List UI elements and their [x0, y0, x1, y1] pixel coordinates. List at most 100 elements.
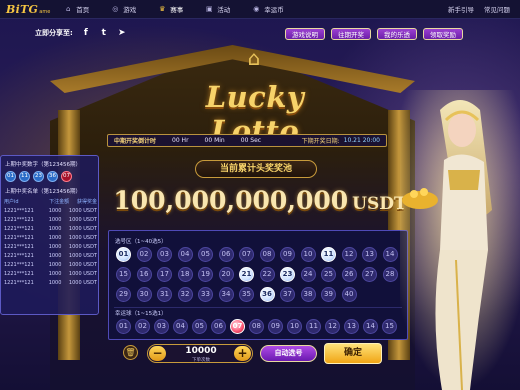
result-ball: 01	[5, 171, 16, 182]
quick-button-4[interactable]: 领取奖励	[423, 28, 463, 40]
number-ball-02[interactable]: 02	[136, 247, 152, 262]
number-ball-36[interactable]: 36	[259, 287, 275, 302]
number-ball-13[interactable]: 13	[362, 247, 377, 262]
clear-selection-button[interactable]: 🗑	[123, 345, 138, 360]
number-ball-33[interactable]: 33	[198, 287, 213, 302]
nav-item-gamepad[interactable]: ◎ 游戏	[111, 4, 136, 14]
number-ball-32[interactable]: 32	[177, 287, 193, 302]
decrease-button[interactable]: −	[149, 346, 166, 361]
lucky-ball-15[interactable]: 15	[382, 319, 397, 334]
number-ball-24[interactable]: 24	[300, 267, 316, 282]
lucky-ball-01[interactable]: 01	[116, 319, 131, 334]
number-ball-26[interactable]: 26	[341, 267, 357, 282]
facebook-icon[interactable]: f	[81, 28, 91, 38]
lucky-ball-12[interactable]: 12	[325, 319, 340, 334]
number-ball-16[interactable]: 16	[136, 267, 152, 282]
increase-button[interactable]: +	[234, 346, 251, 361]
lucky-ball-10[interactable]: 10	[287, 319, 302, 334]
number-ball-31[interactable]: 31	[157, 287, 172, 302]
game-title: Lucky Lotto	[205, 80, 305, 148]
faq-link[interactable]: 常见问题	[484, 4, 510, 14]
countdown-minutes: 00 Min	[204, 137, 225, 144]
lucky-ball-05[interactable]: 05	[192, 319, 207, 334]
quick-button-2[interactable]: 往期开奖	[331, 28, 371, 40]
number-ball-37[interactable]: 37	[280, 287, 295, 302]
number-ball-15[interactable]: 15	[116, 267, 131, 282]
twitter-icon[interactable]: t	[99, 28, 109, 38]
number-board: 选号区（1~40选5） 幸运球（1~15选1） 01 02 03 04 05 06 07 08…	[108, 230, 408, 340]
lucky-ball-11[interactable]: 11	[306, 319, 321, 334]
table-cell: 1000	[48, 226, 62, 232]
number-ball-35[interactable]: 35	[239, 287, 254, 302]
number-ball-29[interactable]: 29	[116, 287, 131, 302]
number-ball-03[interactable]: 03	[157, 247, 172, 262]
number-ball-07[interactable]: 07	[239, 247, 254, 262]
confirm-button[interactable]: 确定	[324, 343, 382, 364]
lucky-ball-06[interactable]: 06	[211, 319, 226, 334]
results-panel: 上期中奖数字（第123456期） 01 11 23 36 07 上期中奖名单（第1234…	[0, 155, 99, 315]
lucky-ball-13[interactable]: 13	[344, 319, 359, 334]
lucky-ball-03[interactable]: 03	[154, 319, 169, 334]
lucky-ball-07[interactable]: 07	[230, 319, 245, 334]
result-ball: 11	[19, 171, 30, 182]
lucky-ball-04[interactable]: 04	[173, 319, 188, 334]
latest-results-title: 上期中奖数字（第123456期）	[5, 162, 81, 168]
number-ball-20[interactable]: 20	[218, 267, 234, 282]
number-ball-39[interactable]: 39	[321, 287, 336, 302]
logo[interactable]: BiTG ame	[6, 3, 50, 16]
quick-button-3[interactable]: 我的乐透	[377, 28, 417, 40]
number-ball-18[interactable]: 18	[177, 267, 193, 282]
lucky-ball-14[interactable]: 14	[363, 319, 378, 334]
telegram-icon[interactable]: ➤	[117, 28, 127, 38]
table-row: 1221***121 1000 1000 USDT	[4, 234, 97, 243]
lucky-ball-02[interactable]: 02	[135, 319, 150, 334]
number-ball-38[interactable]: 38	[300, 287, 316, 302]
auto-pick-button[interactable]: 自动选号	[260, 345, 317, 362]
trophy-icon: ♛	[159, 5, 166, 13]
number-ball-23[interactable]: 23	[280, 267, 295, 282]
table-cell: 1000	[48, 208, 62, 214]
table-cell: 1221***121	[4, 217, 34, 223]
table-cell: 1000	[48, 235, 62, 241]
number-ball-34[interactable]: 34	[218, 287, 234, 302]
number-ball-25[interactable]: 25	[321, 267, 336, 282]
lucky-ball-label: 幸运球（1~15选1）	[115, 311, 167, 317]
number-ball-05[interactable]: 05	[198, 247, 213, 262]
table-cell: 1221***121	[4, 253, 34, 259]
beginner-guide-link[interactable]: 新手引导	[448, 4, 474, 14]
number-ball-17[interactable]: 17	[157, 267, 172, 282]
number-ball-06[interactable]: 06	[218, 247, 234, 262]
number-ball-21[interactable]: 21	[239, 267, 254, 282]
number-ball-04[interactable]: 04	[177, 247, 193, 262]
number-ball-11[interactable]: 11	[321, 247, 336, 262]
nav-item-coin[interactable]: ◉ 幸运币	[252, 4, 284, 14]
number-ball-27[interactable]: 27	[362, 267, 377, 282]
nav-item-home[interactable]: ⌂ 首页	[64, 4, 89, 14]
number-ball-12[interactable]: 12	[341, 247, 357, 262]
stake-value[interactable]: 10000	[178, 346, 224, 356]
lucky-ball-08[interactable]: 08	[249, 319, 264, 334]
number-ball-19[interactable]: 19	[198, 267, 213, 282]
number-ball-09[interactable]: 09	[280, 247, 295, 262]
nav-item-label: 活动	[217, 6, 231, 14]
number-ball-14[interactable]: 14	[382, 247, 398, 262]
lucky-ball-09[interactable]: 09	[268, 319, 283, 334]
number-ball-22[interactable]: 22	[259, 267, 275, 282]
number-ball-40[interactable]: 40	[341, 287, 357, 302]
number-ball-08[interactable]: 08	[259, 247, 275, 262]
table-cell: 1000 USDT	[68, 271, 97, 277]
nav-item-gift[interactable]: ▣ 活动	[205, 4, 230, 14]
number-ball-10[interactable]: 10	[300, 247, 316, 262]
nav-item-label: 赛事	[170, 6, 184, 14]
table-cell: 1000 USDT	[68, 253, 97, 259]
number-ball-30[interactable]: 30	[136, 287, 152, 302]
table-cell: 1000	[48, 253, 62, 259]
gamepad-icon: ◎	[112, 5, 119, 13]
number-ball-01[interactable]: 01	[116, 247, 131, 262]
share-label: 立即分享至:	[35, 29, 73, 37]
quick-button-1[interactable]: 游戏说明	[285, 28, 325, 40]
nav-item-trophy[interactable]: ♛ 赛事	[158, 4, 183, 14]
table-cell: 1221***121	[4, 262, 34, 268]
number-ball-28[interactable]: 28	[382, 267, 398, 282]
coin-icon: ◉	[253, 5, 260, 13]
